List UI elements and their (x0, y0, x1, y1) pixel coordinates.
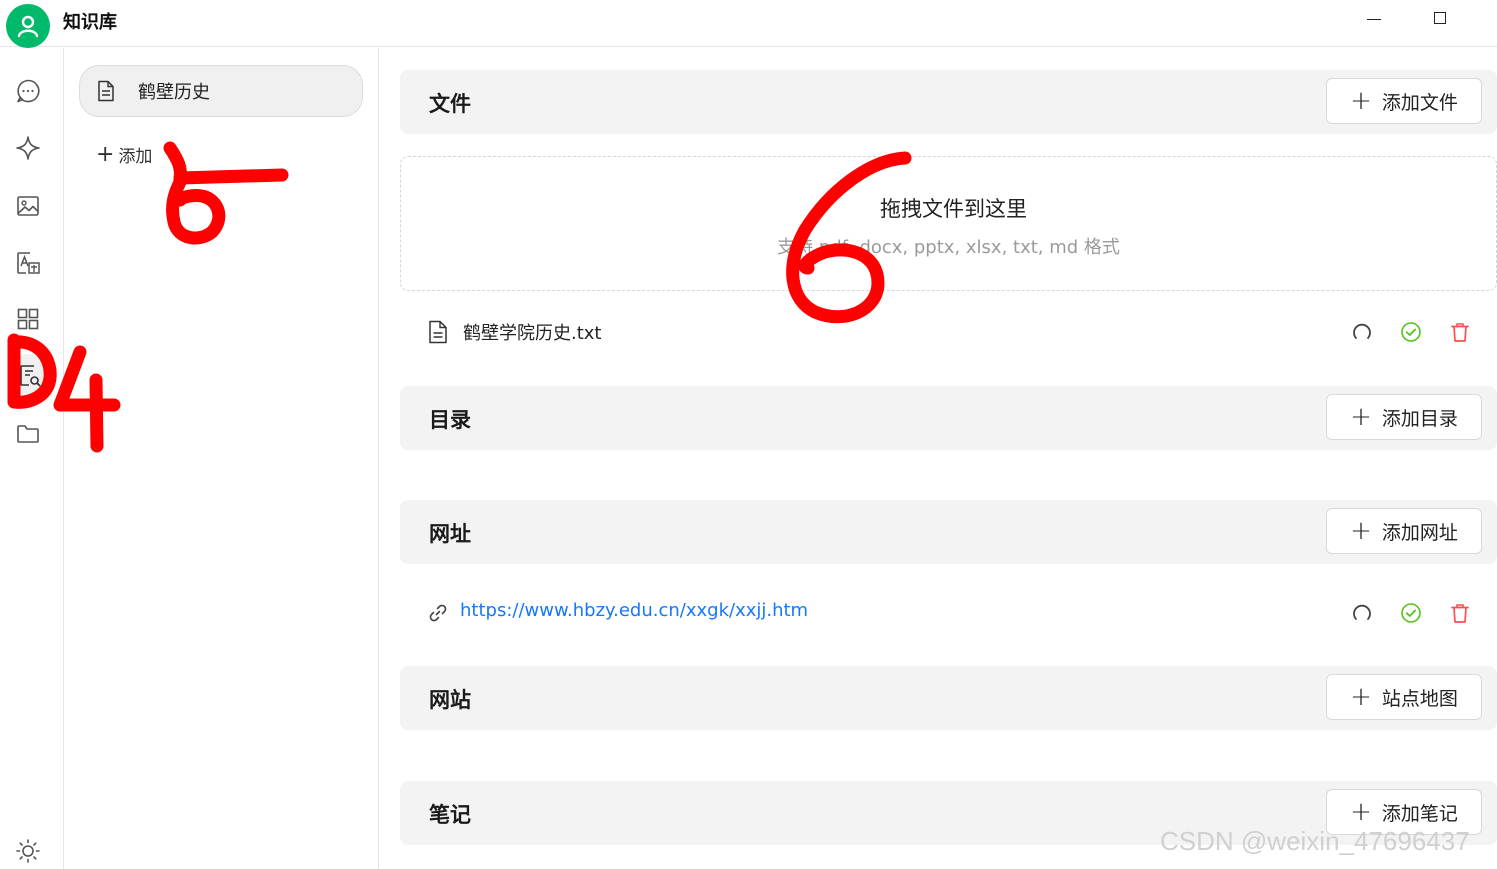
delete-icon[interactable] (1448, 320, 1472, 344)
url-section-header: 网址 + 添加网址 (400, 500, 1497, 564)
delete-icon[interactable] (1448, 601, 1472, 625)
folder-icon[interactable] (14, 420, 42, 448)
section-title: 目录 (429, 408, 471, 432)
add-directory-button[interactable]: + 添加目录 (1326, 394, 1482, 440)
sitemap-button[interactable]: + 站点地图 (1326, 674, 1482, 720)
kb-item-hebi-history[interactable]: 鹤壁历史 (79, 65, 363, 117)
refresh-icon[interactable] (1350, 320, 1374, 344)
check-circle-icon[interactable] (1399, 320, 1423, 344)
theme-sun-icon[interactable] (14, 837, 42, 865)
plus-icon: + (1350, 516, 1372, 546)
apps-grid-icon[interactable] (14, 305, 42, 333)
plus-icon: + (96, 141, 115, 167)
website-section-header: 网站 + 站点地图 (400, 666, 1497, 730)
translate-icon[interactable] (14, 249, 42, 277)
dropzone-subtitle: 支持 pdf, docx, pptx, xlsx, txt, md 格式 (777, 237, 1120, 258)
directory-section-header: 目录 + 添加目录 (400, 386, 1497, 450)
maximize-button[interactable] (1431, 9, 1449, 27)
knowledge-base-list: 鹤壁历史 + 添加 (64, 48, 379, 869)
file-name[interactable]: 鹤壁学院历史.txt (463, 319, 602, 345)
plus-icon: + (1350, 682, 1372, 712)
chat-icon[interactable] (14, 77, 42, 105)
app-title: 知识库 (63, 12, 117, 33)
main-content: 文件 + 添加文件 拖拽文件到这里 支持 pdf, docx, pptx, xl… (379, 48, 1497, 869)
user-icon (17, 15, 39, 38)
link-icon (429, 604, 447, 622)
kb-item-label: 鹤壁历史 (138, 82, 210, 103)
add-kb-label: 添加 (118, 147, 153, 167)
file-dropzone[interactable]: 拖拽文件到这里 支持 pdf, docx, pptx, xlsx, txt, m… (400, 156, 1497, 291)
check-circle-icon[interactable] (1399, 601, 1423, 625)
add-kb-button[interactable]: + 添加 (96, 142, 152, 167)
file-icon (429, 320, 447, 344)
url-link[interactable]: https://www.hbzy.edu.cn/xxgk/xxjj.htm (460, 600, 808, 621)
watermark: CSDN @weixin_47696437 (1160, 826, 1470, 856)
minimize-button[interactable] (1365, 8, 1385, 28)
add-file-button[interactable]: + 添加文件 (1326, 78, 1482, 124)
document-icon (98, 80, 114, 102)
image-icon[interactable] (14, 192, 42, 220)
plus-icon: + (1350, 402, 1372, 432)
refresh-icon[interactable] (1350, 601, 1374, 625)
files-section-header: 文件 + 添加文件 (400, 70, 1497, 134)
knowledge-search-icon[interactable] (8, 354, 52, 398)
add-file-label: 添加文件 (1381, 91, 1458, 114)
sitemap-label: 站点地图 (1381, 687, 1458, 710)
file-row: 鹤壁学院历史.txt (400, 307, 1497, 357)
section-title: 笔记 (429, 803, 471, 827)
title-bar: 知识库 (0, 0, 1497, 48)
section-title: 文件 (429, 92, 471, 116)
user-avatar[interactable] (6, 4, 50, 48)
add-directory-label: 添加目录 (1381, 407, 1458, 430)
section-title: 网址 (429, 522, 471, 546)
plus-icon: + (1350, 86, 1372, 116)
add-url-button[interactable]: + 添加网址 (1326, 508, 1482, 554)
nav-rail (0, 48, 64, 869)
section-title: 网站 (429, 688, 471, 712)
add-url-label: 添加网址 (1381, 521, 1458, 544)
dropzone-title: 拖拽文件到这里 (880, 197, 1027, 221)
plus-icon: + (1350, 797, 1372, 827)
sparkle-icon[interactable] (14, 134, 42, 162)
url-row: https://www.hbzy.edu.cn/xxgk/xxjj.htm (400, 588, 1497, 638)
add-note-label: 添加笔记 (1381, 802, 1458, 825)
